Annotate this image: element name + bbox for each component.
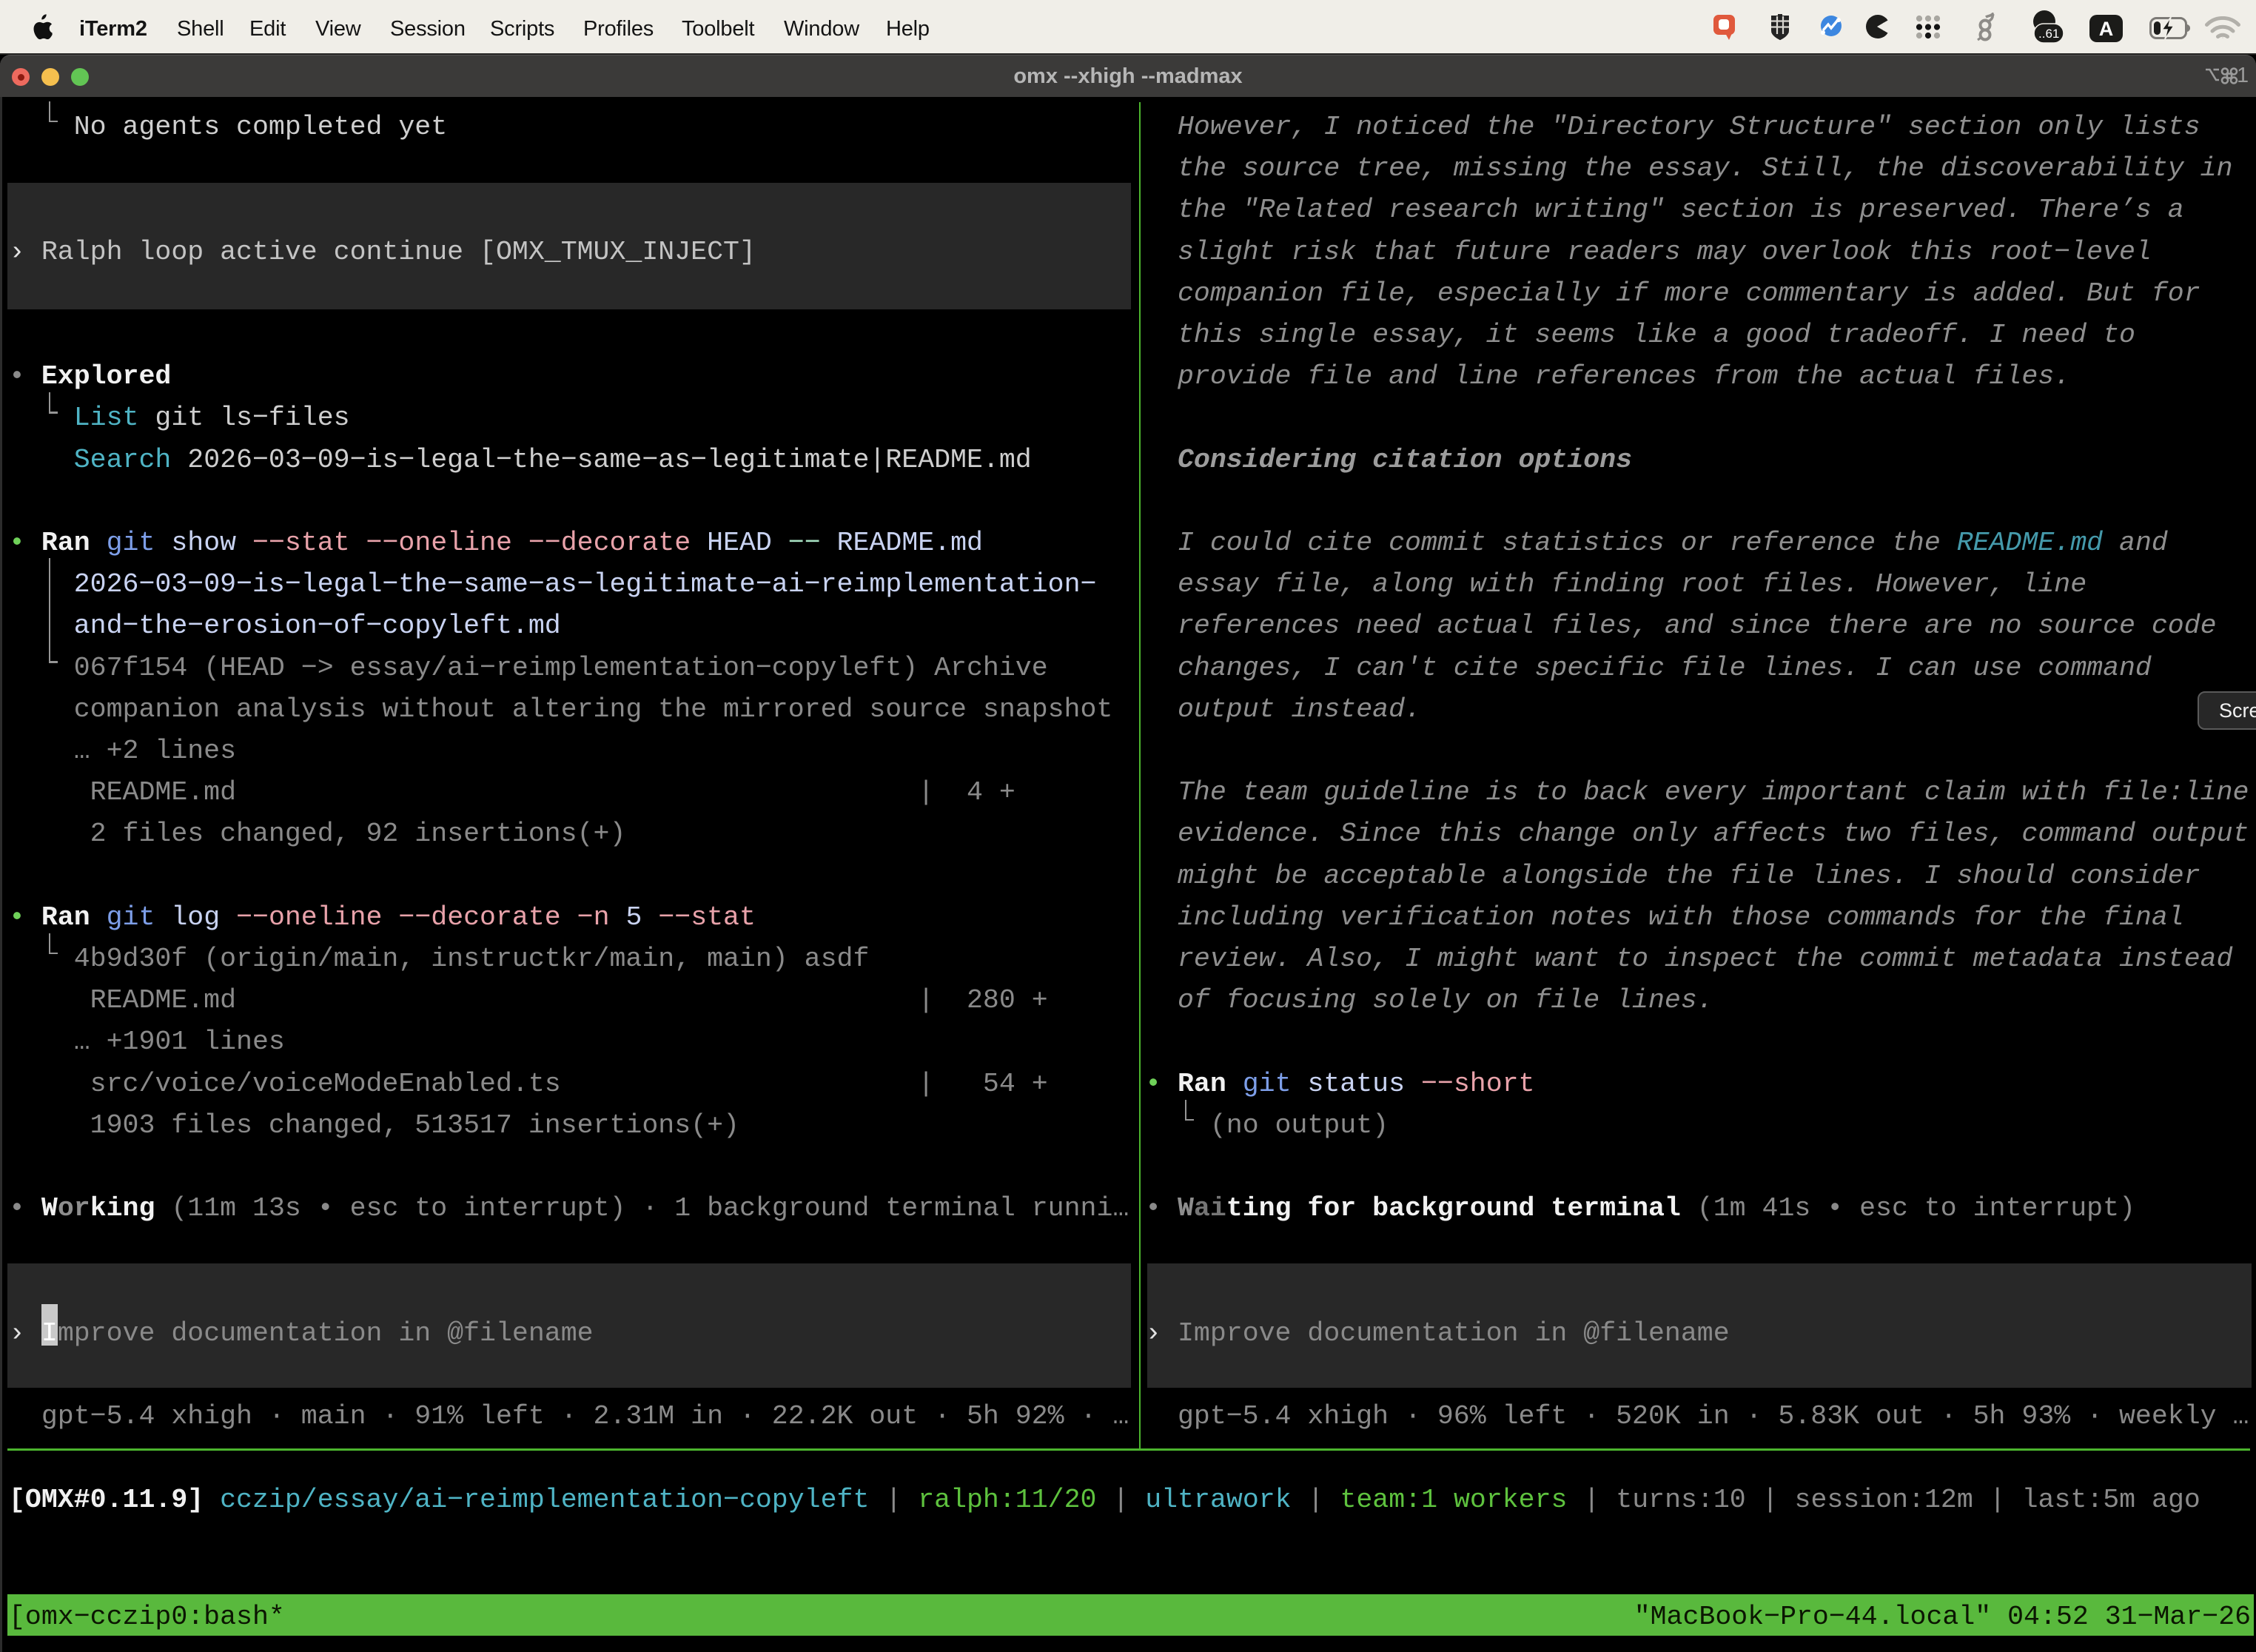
svg-text:..61: ..61 [2038, 27, 2059, 41]
